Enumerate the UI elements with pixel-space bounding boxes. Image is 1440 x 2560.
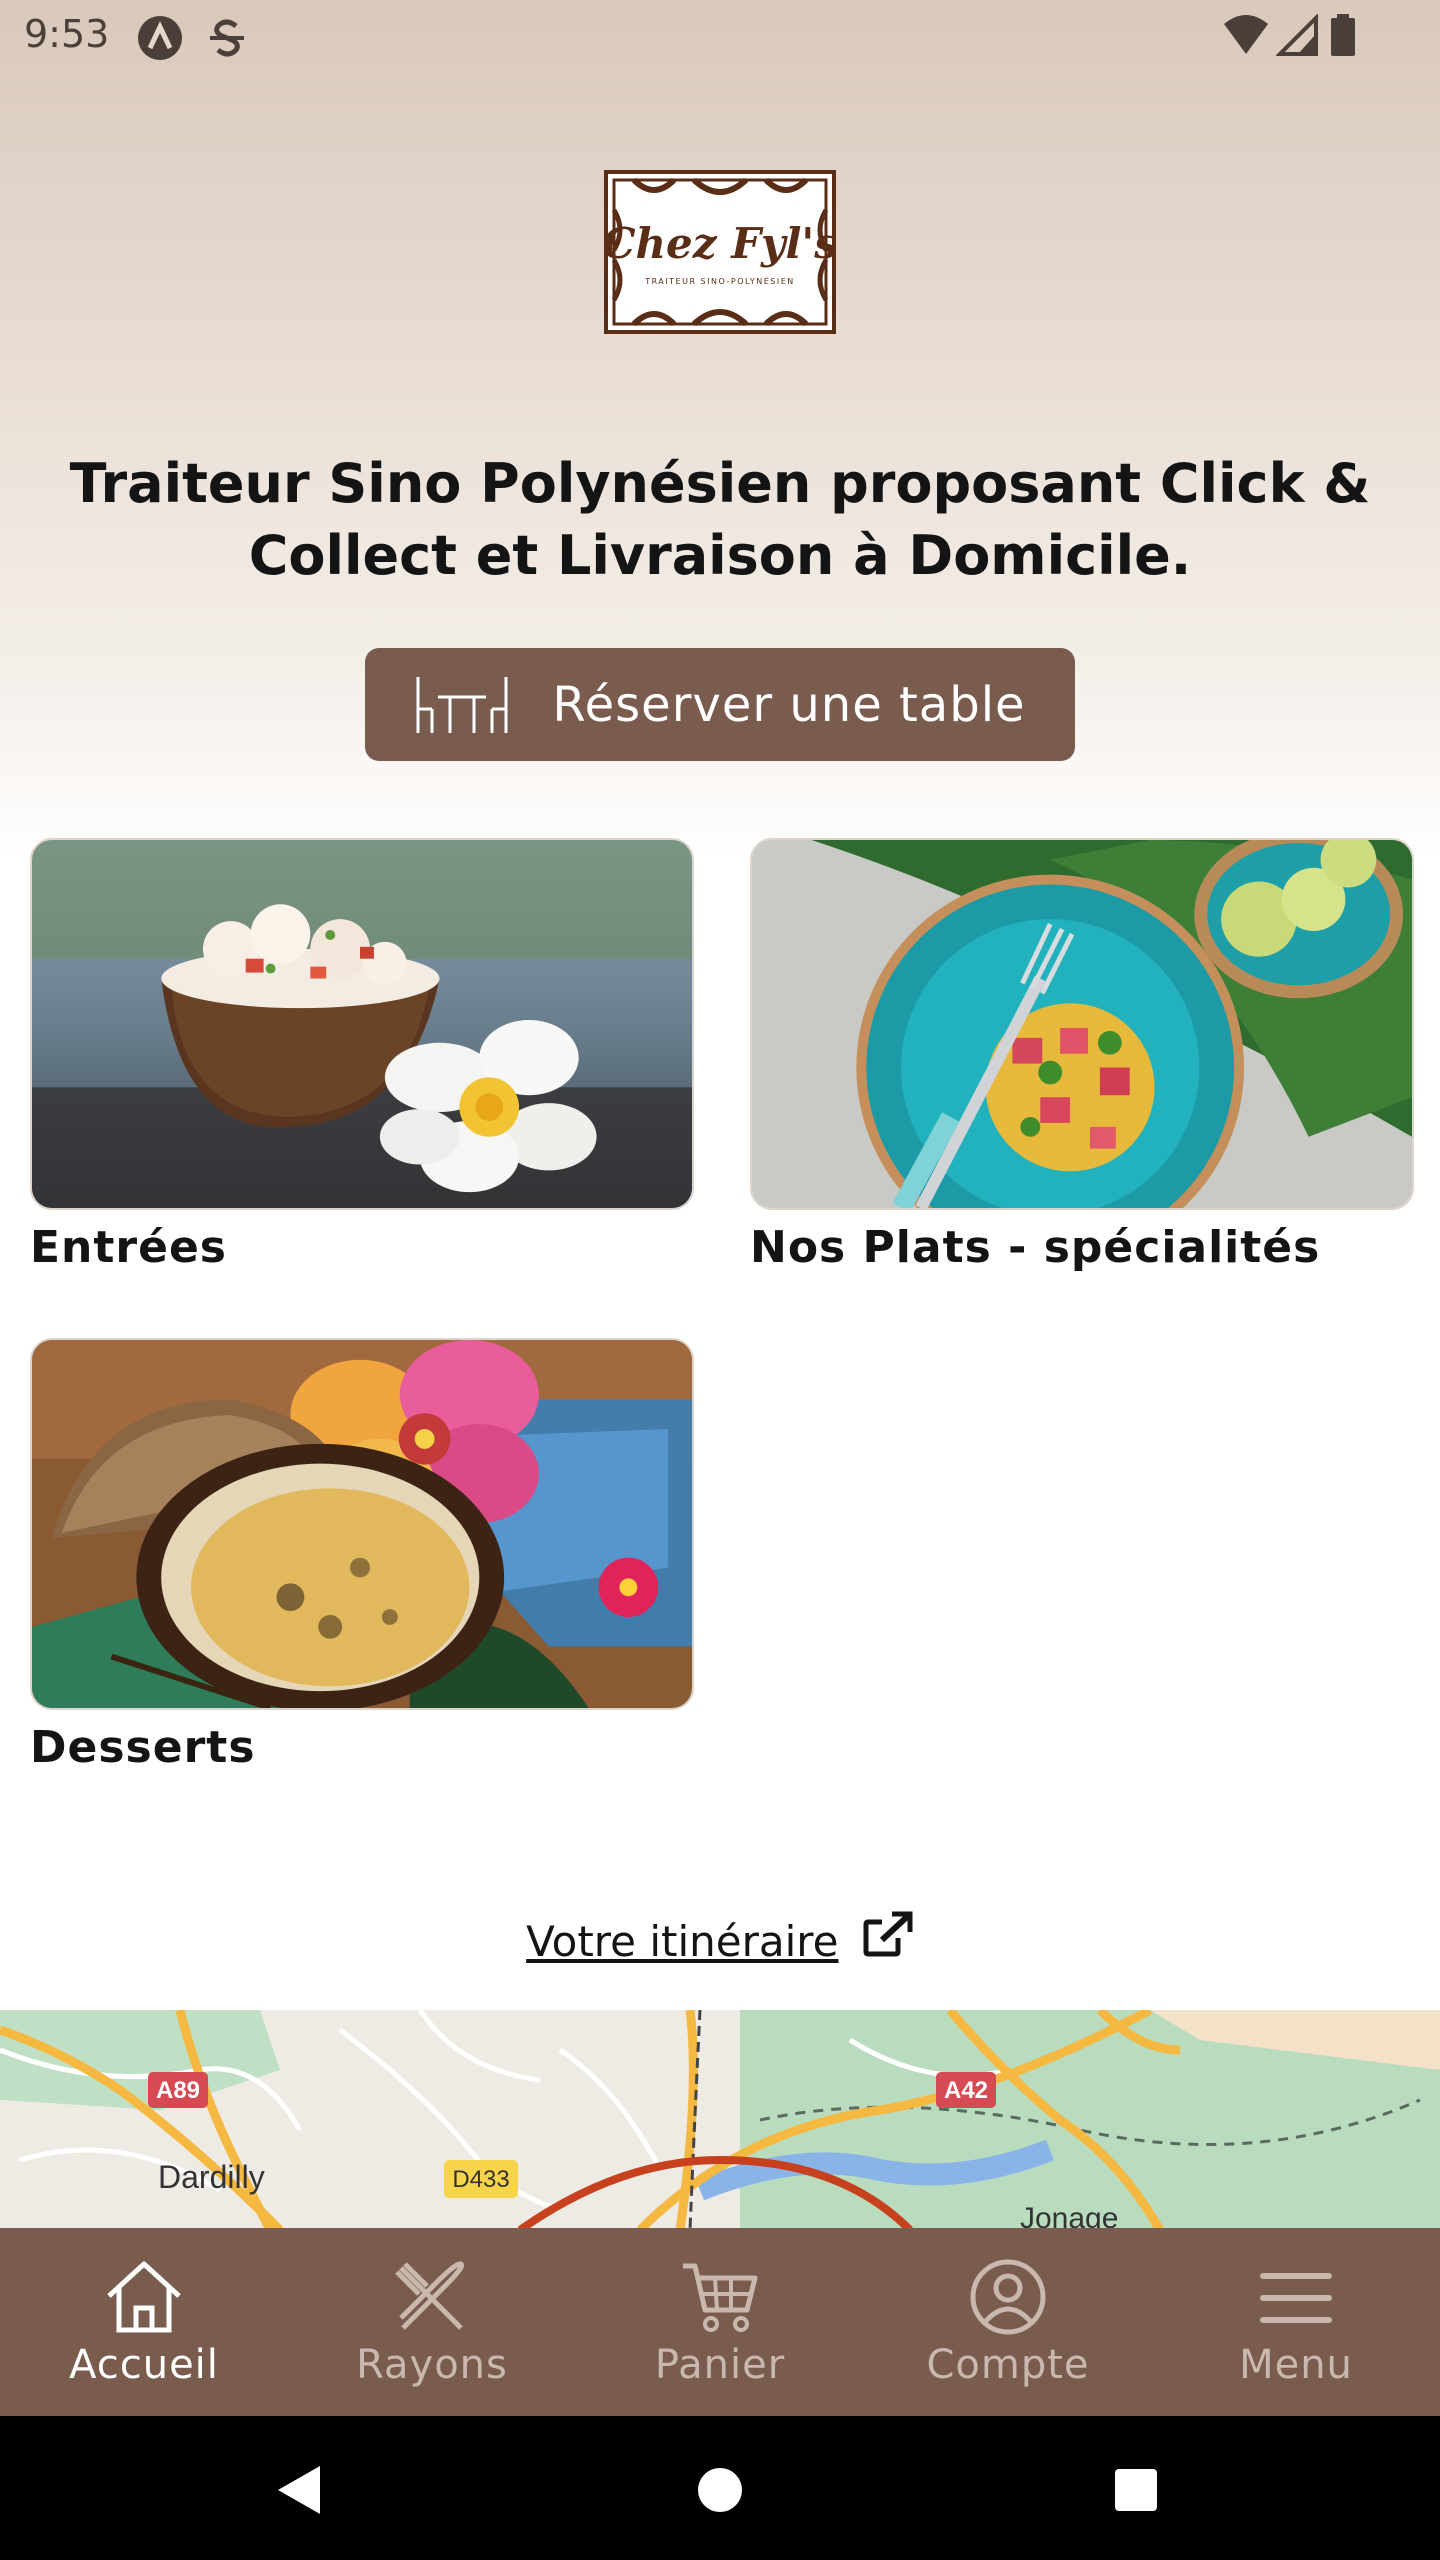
map-label-jonage: Jonage [1020, 2202, 1118, 2230]
logo-text: Chez Fyl's [604, 219, 836, 268]
nav-menu[interactable]: Menu [1152, 2228, 1440, 2416]
entrees-photo [30, 838, 694, 1210]
category-card-desserts[interactable]: Desserts [30, 1338, 694, 1773]
plats-photo [750, 838, 1414, 1210]
system-navigation-bar [0, 2416, 1440, 2560]
itinerary-link[interactable]: Votre itinéraire [526, 1917, 838, 1966]
hamburger-icon [1260, 2273, 1332, 2323]
map-label-a42: A42 [936, 2072, 996, 2108]
nav-label-menu: Menu [1239, 2342, 1353, 2388]
map-label-d433: D433 [444, 2160, 518, 2198]
nav-accueil[interactable]: Accueil [0, 2228, 288, 2416]
utensils-icon [395, 2261, 465, 2330]
app-notification-icon [138, 16, 182, 60]
external-link-icon[interactable] [862, 1910, 914, 1958]
reserve-table-label: Réserver une table [552, 676, 1026, 733]
page-headline: Traiteur Sino Polynésien proposant Click… [69, 452, 1371, 587]
desserts-photo [30, 1338, 694, 1710]
nav-label-compte: Compte [926, 2342, 1090, 2388]
battery-icon [1331, 14, 1355, 56]
svg-text:D433: D433 [452, 2166, 509, 2193]
logo-subtitle: TRAITEUR SINO-POLYNÉSIEN [644, 275, 795, 286]
home-icon [107, 2261, 181, 2333]
account-icon [970, 2259, 1046, 2335]
table-chairs-icon [416, 676, 508, 733]
wifi-icon [1224, 15, 1268, 54]
nav-label-rayons: Rayons [356, 2342, 508, 2388]
status-bar: 9:53 [0, 0, 1440, 72]
bottom-navigation: Accueil Rayons Panier Compte Menu [0, 2228, 1440, 2416]
recents-icon[interactable] [1114, 2468, 1158, 2512]
category-label-plats: Nos Plats - spécialités [750, 1222, 1321, 1273]
category-label-entrees: Entrées [30, 1222, 227, 1273]
nav-label-panier: Panier [654, 2342, 786, 2388]
back-icon[interactable] [274, 2464, 324, 2516]
nav-panier[interactable]: Panier [576, 2228, 864, 2416]
map-label-dardilly: Dardilly [158, 2159, 265, 2195]
cell-signal-icon [1276, 14, 1318, 56]
reserve-table-button[interactable]: Réserver une table [365, 648, 1075, 761]
home-circle-icon[interactable] [696, 2466, 744, 2514]
cart-icon [683, 2263, 758, 2332]
nav-rayons[interactable]: Rayons [288, 2228, 576, 2416]
brand-logo: Chez Fyl's TRAITEUR SINO-POLYNÉSIEN [604, 170, 836, 334]
svg-text:A89: A89 [156, 2077, 200, 2104]
nav-label-accueil: Accueil [69, 2342, 219, 2388]
map-label-a89: A89 [148, 2072, 208, 2108]
category-label-desserts: Desserts [30, 1722, 256, 1773]
itinerary-row: Votre itinéraire [0, 1910, 1440, 1966]
location-map[interactable]: A89 Dardilly D433 A42 Jonage [0, 2010, 1440, 2230]
svg-text:A42: A42 [944, 2077, 988, 2104]
category-card-entrees[interactable]: Entrées [30, 838, 694, 1273]
sync-notification-icon [210, 19, 244, 57]
nav-compte[interactable]: Compte [864, 2228, 1152, 2416]
status-time: 9:53 [24, 12, 110, 56]
category-card-plats[interactable]: Nos Plats - spécialités [750, 838, 1414, 1273]
